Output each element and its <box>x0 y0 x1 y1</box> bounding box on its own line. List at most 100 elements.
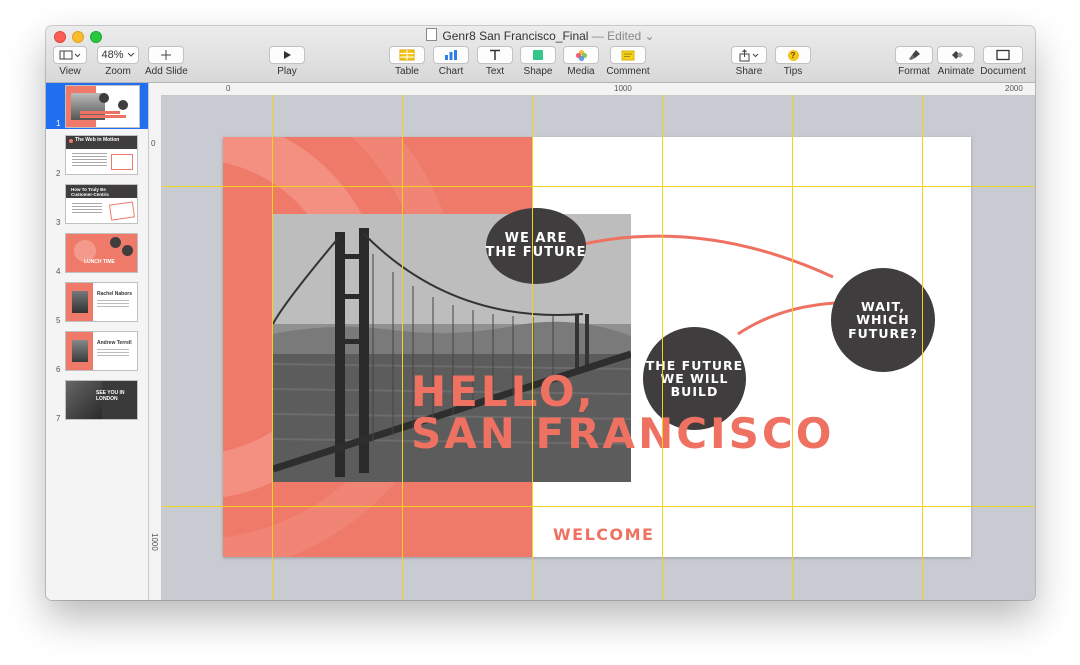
keynote-document-icon <box>426 28 438 41</box>
slide-thumb-preview: Rachel Nabors <box>65 282 138 322</box>
slide-thumbnail-4[interactable]: LUNCH TIME 4 <box>46 231 148 277</box>
tips-tool[interactable]: ? Tips <box>774 46 812 77</box>
title-chevron-icon: ⌄ <box>644 29 655 43</box>
view-label: View <box>59 66 81 77</box>
chart-label: Chart <box>438 66 464 77</box>
text-button[interactable] <box>477 46 513 64</box>
table-button[interactable] <box>389 46 425 64</box>
slide-thumbnail-2[interactable]: The Web in Motion 2 <box>46 133 148 179</box>
format-button[interactable] <box>895 46 933 64</box>
vertical-ruler[interactable]: 0 1000 <box>149 95 162 600</box>
media-tool[interactable]: Media <box>562 46 600 77</box>
document-name: Genr8 San Francisco_Final <box>442 29 589 43</box>
animate-button[interactable] <box>937 46 975 64</box>
media-button[interactable] <box>563 46 599 64</box>
slide-number: 4 <box>56 267 61 276</box>
keynote-window: Genr8 San Francisco_Final — Edited ⌄ Vie… <box>46 26 1035 600</box>
ruler-mark: 0 <box>226 84 231 93</box>
zoom-select[interactable]: 48% <box>97 46 139 64</box>
vertical-guide[interactable] <box>532 95 533 600</box>
slide-thumbnail-6[interactable]: Andrew Terrell 6 <box>46 329 148 375</box>
vertical-guide[interactable] <box>272 95 273 600</box>
slide-thumbnail-3[interactable]: How To Truly Be Customer-Centric 3 <box>46 182 148 228</box>
title-bar: Genr8 San Francisco_Final — Edited ⌄ Vie… <box>46 26 1035 83</box>
slide-thumb-heading: Andrew Terrell <box>97 340 132 346</box>
slide-number: 6 <box>56 365 61 374</box>
current-slide[interactable]: WE ARE THE FUTURE THE FUTURE WE WILL BUI… <box>223 137 971 557</box>
vertical-guide[interactable] <box>402 95 403 600</box>
table-label: Table <box>395 66 419 77</box>
comment-label: Comment <box>606 66 650 77</box>
bar-chart-icon <box>445 50 457 60</box>
add-slide-button[interactable] <box>148 46 184 64</box>
play-icon <box>284 51 291 59</box>
media-label: Media <box>567 66 595 77</box>
horizontal-ruler[interactable]: 0 1000 2000 <box>149 83 1035 96</box>
slide-number: 3 <box>56 218 61 227</box>
play-tool[interactable]: Play <box>268 46 306 77</box>
text-label: Text <box>485 66 505 77</box>
zoom-label: Zoom <box>105 66 131 77</box>
slide-thumbnail-5[interactable]: Rachel Nabors 5 <box>46 280 148 326</box>
table-tool[interactable]: Table <box>388 46 426 77</box>
shape-button[interactable] <box>520 46 556 64</box>
tips-button[interactable]: ? <box>775 46 811 64</box>
text-tool[interactable]: Text <box>476 46 514 77</box>
share-button[interactable] <box>731 46 767 64</box>
chart-tool[interactable]: Chart <box>432 46 470 77</box>
comment-button[interactable] <box>610 46 646 64</box>
slide-thumbnail-1[interactable]: 1 <box>46 83 148 129</box>
headline-line-2: SAN FRANCISCO <box>411 409 835 458</box>
vertical-guide[interactable] <box>792 95 793 600</box>
slide-number: 7 <box>56 414 61 423</box>
document-status: — Edited <box>591 29 642 43</box>
slide-thumbnail-7[interactable]: SEE YOU IN LONDON 7 <box>46 378 148 424</box>
sidebar-view-icon <box>59 50 81 60</box>
play-button[interactable] <box>269 46 305 64</box>
slide-canvas[interactable]: WE ARE THE FUTURE THE FUTURE WE WILL BUI… <box>162 96 1035 600</box>
vertical-guide[interactable] <box>662 95 663 600</box>
comment-tool[interactable]: Comment <box>606 46 650 77</box>
headline-line-1: HELLO, <box>411 367 596 416</box>
chevron-down-icon <box>127 52 134 57</box>
vertical-guide[interactable] <box>922 95 923 600</box>
bubble-we-are-the-future[interactable]: WE ARE THE FUTURE <box>486 208 586 284</box>
format-label: Format <box>898 66 930 77</box>
share-label: Share <box>735 66 763 77</box>
chart-button[interactable] <box>433 46 469 64</box>
format-tool[interactable]: Format <box>894 46 934 77</box>
slide-headline[interactable]: HELLO, SAN FRANCISCO <box>411 371 834 455</box>
add-slide-tool[interactable]: Add Slide <box>145 46 188 77</box>
horizontal-guide[interactable] <box>162 186 1035 187</box>
slide-thumb-preview: The Web in Motion <box>65 135 138 175</box>
document-tool[interactable]: Document <box>978 46 1028 77</box>
animate-tool[interactable]: Animate <box>936 46 976 77</box>
ruler-mark: 2000 <box>1005 84 1023 93</box>
slide-number: 2 <box>56 169 61 178</box>
text-icon <box>490 49 500 60</box>
tips-label: Tips <box>783 66 803 77</box>
comment-icon <box>621 50 635 60</box>
document-title[interactable]: Genr8 San Francisco_Final — Edited ⌄ <box>46 28 1035 43</box>
document-button[interactable] <box>983 46 1023 64</box>
slide-thumb-heading: The Web in Motion <box>75 137 120 143</box>
slide-thumb-preview: How To Truly Be Customer-Centric <box>65 184 138 224</box>
horizontal-guide[interactable] <box>162 506 1035 507</box>
share-tool[interactable]: Share <box>730 46 768 77</box>
plus-icon <box>161 50 171 60</box>
play-label: Play <box>277 66 297 77</box>
bubble-wait-which-future[interactable]: WAIT, WHICH FUTURE? <box>831 268 935 372</box>
document-inspector-icon <box>996 49 1010 61</box>
view-tool[interactable]: View <box>52 46 88 77</box>
view-button[interactable] <box>53 46 87 64</box>
slide-thumb-heading: LUNCH TIME <box>84 259 115 265</box>
paintbrush-icon <box>909 50 920 60</box>
slide-thumb-preview: SEE YOU IN LONDON <box>65 380 138 420</box>
slide-thumb-preview: LUNCH TIME <box>65 233 138 273</box>
shape-tool[interactable]: Shape <box>519 46 557 77</box>
document-label: Document <box>980 66 1026 77</box>
slide-thumb-preview: Andrew Terrell <box>65 331 138 371</box>
zoom-tool[interactable]: 48% Zoom <box>96 46 140 77</box>
shape-label: Shape <box>523 66 553 77</box>
welcome-text[interactable]: WELCOME <box>553 525 654 544</box>
